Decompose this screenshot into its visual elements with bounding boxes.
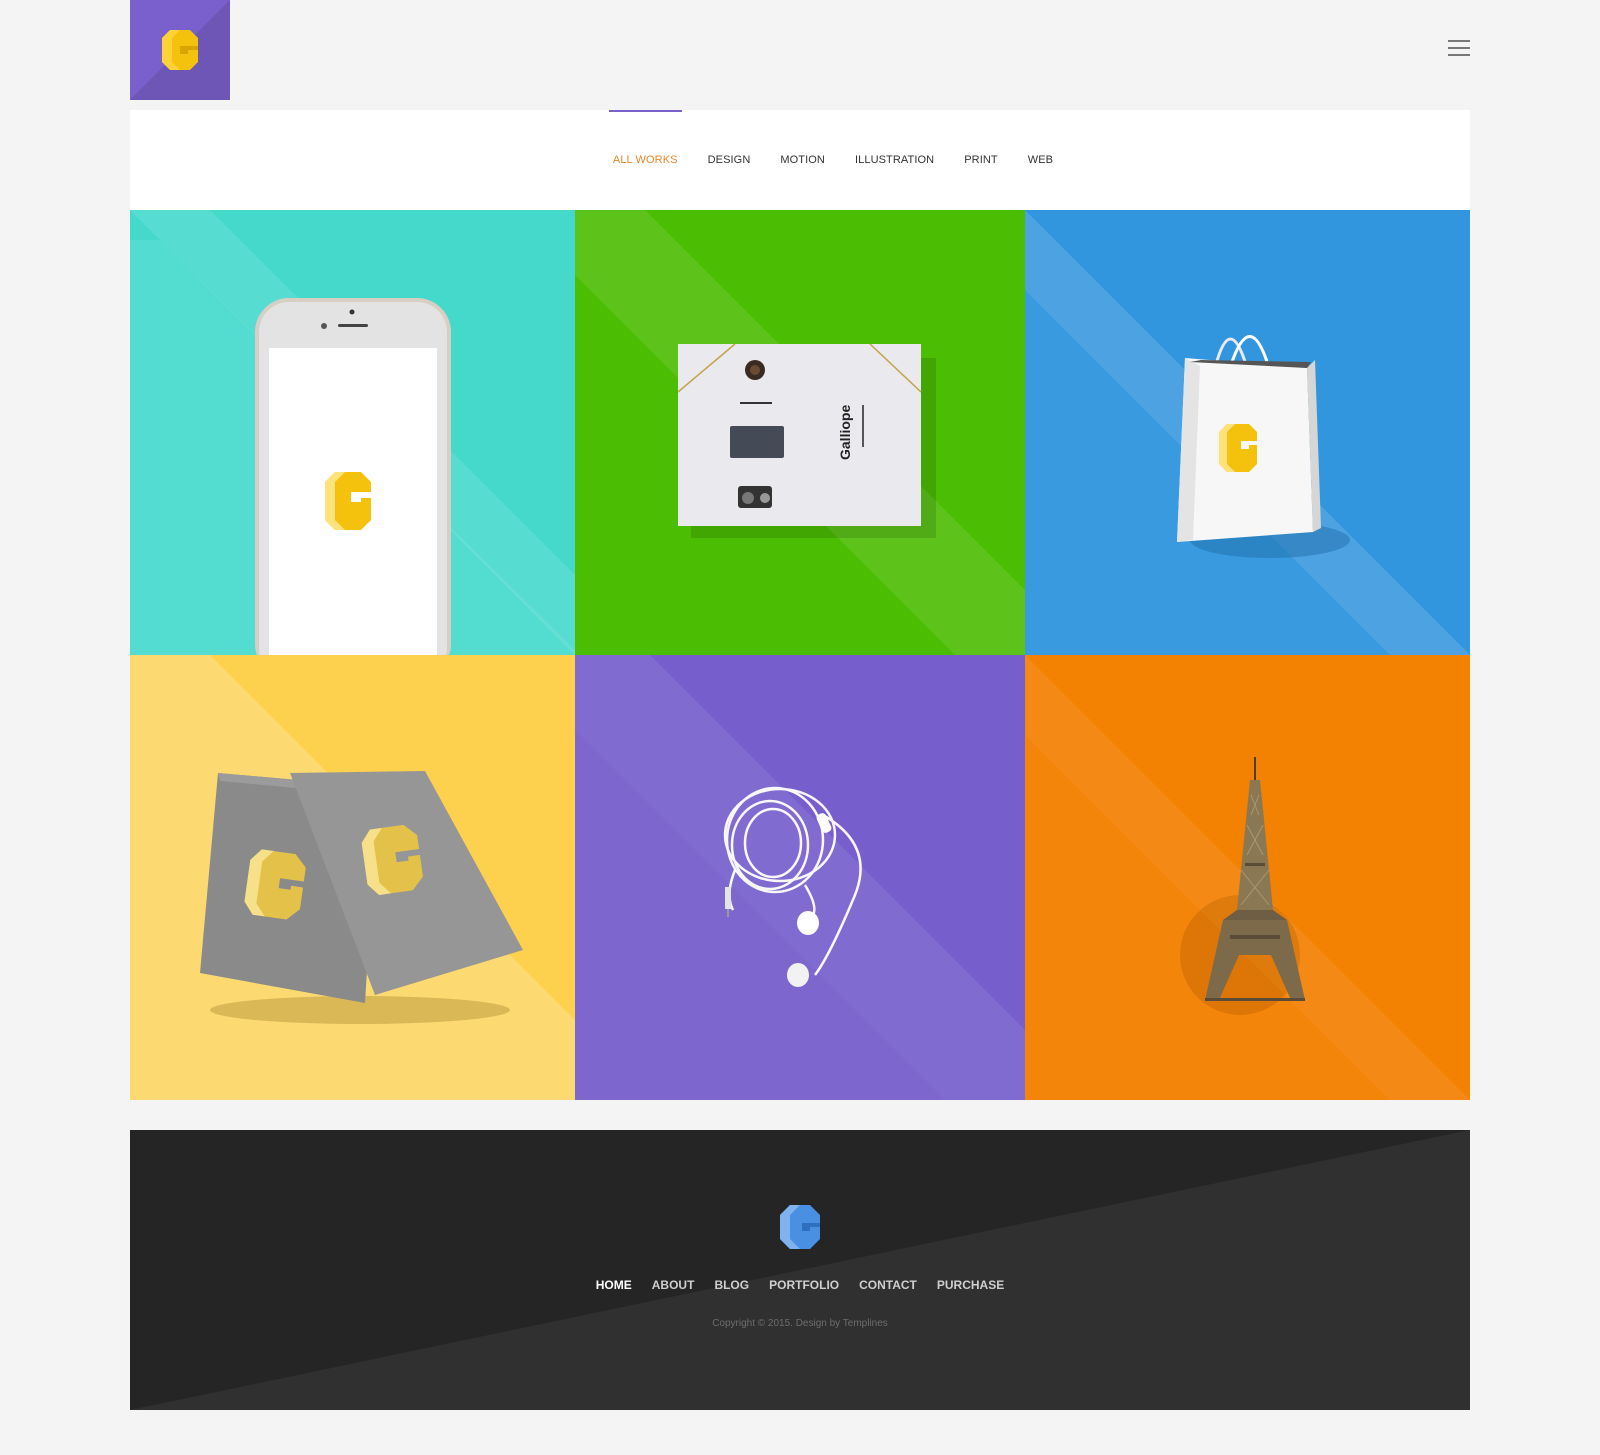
stationery-brand-text: Galliope (837, 405, 853, 460)
business-cards-image (130, 655, 575, 1100)
footer-nav-home[interactable]: HOME (596, 1278, 632, 1292)
eiffel-tower-image (1025, 655, 1470, 1100)
portfolio-item-bag[interactable] (1025, 210, 1470, 655)
footer-nav-contact[interactable]: CONTACT (859, 1278, 917, 1292)
portfolio-filter-bar: ALL WORKS DESIGN MOTION ILLUSTRATION PRI… (130, 110, 1470, 210)
portfolio-grid: Galliope (130, 210, 1470, 1100)
filter-all-works[interactable]: ALL WORKS (608, 110, 682, 210)
footer-nav-purchase[interactable]: PURCHASE (937, 1278, 1004, 1292)
logo[interactable] (130, 0, 230, 100)
hamburger-icon (1448, 40, 1470, 42)
copyright-text: Copyright © 2015. Design by Templines (712, 1318, 888, 1329)
footer-nav: HOME ABOUT BLOG PORTFOLIO CONTACT PURCHA… (130, 1278, 1470, 1292)
footer-diagonal-shade (130, 1130, 1470, 1410)
earphones-image (575, 655, 1025, 1100)
g-logo-icon (162, 30, 198, 70)
stationery-mockup-image: Galliope (575, 210, 1025, 655)
hamburger-menu-button[interactable] (1448, 40, 1472, 60)
filter-motion[interactable]: MOTION (780, 110, 825, 210)
filter-design[interactable]: DESIGN (708, 110, 751, 210)
filter-print[interactable]: PRINT (964, 110, 998, 210)
footer-nav-about[interactable]: ABOUT (652, 1278, 695, 1292)
footer: HOME ABOUT BLOG PORTFOLIO CONTACT PURCHA… (130, 1130, 1470, 1410)
filter-illustration[interactable]: ILLUSTRATION (855, 110, 934, 210)
filter-list: ALL WORKS DESIGN MOTION ILLUSTRATION PRI… (130, 110, 1470, 210)
footer-g-logo-icon (780, 1205, 820, 1249)
filter-web[interactable]: WEB (1028, 110, 1053, 210)
portfolio-item-cards[interactable] (130, 655, 575, 1100)
portfolio-item-stationery[interactable]: Galliope (575, 210, 1025, 655)
phone-mockup-image (130, 210, 575, 655)
portfolio-item-earphones[interactable] (575, 655, 1025, 1100)
portfolio-item-phone[interactable] (130, 210, 575, 655)
footer-nav-blog[interactable]: BLOG (714, 1278, 749, 1292)
portfolio-item-eiffel[interactable] (1025, 655, 1470, 1100)
footer-nav-portfolio[interactable]: PORTFOLIO (769, 1278, 839, 1292)
shopping-bag-image (1025, 210, 1470, 655)
